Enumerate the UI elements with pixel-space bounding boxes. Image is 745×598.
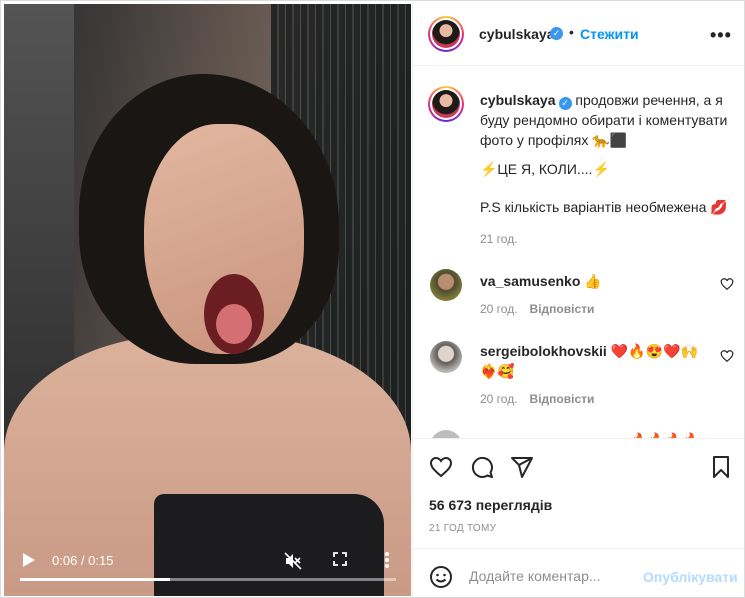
muted-speaker-icon[interactable] [284,552,302,570]
caption-username[interactable]: cybulskaya [480,92,556,108]
comment-heart-icon[interactable] [720,349,734,363]
more-options-icon[interactable] [384,551,390,569]
follow-button[interactable]: Стежити [580,26,639,42]
comment-avatar[interactable] [430,269,462,301]
reply-button[interactable]: Відповісти [530,302,595,316]
caption-line: P.S кількість варіантів необмежена 💋 [480,199,728,215]
post-caption: cybulskaya ✓ продовжи речення, а я буду р… [480,90,735,150]
share-icon[interactable] [510,455,534,479]
comment-text: sergeibolokhovskii ❤️🔥😍❤️🙌 ❤️‍🔥🥰 [480,341,710,381]
comment-body: 👍 [584,273,602,289]
comment-meta: 20 год. Відповісти [480,392,594,406]
video-time: 0:06 / 0:15 [52,553,114,568]
video-progress-bar[interactable] [20,578,396,581]
caption-line: ⚡ЦЕ Я, КОЛИ....⚡ [480,161,610,177]
comment-icon[interactable] [470,455,494,479]
video-player[interactable] [4,4,411,596]
bookmark-icon[interactable] [709,455,733,479]
comment-input[interactable] [467,563,641,589]
comment-text: 🔥🔥🔥🔥🔥🔥 [480,430,710,438]
instagram-post-modal: 0:06 / 0:15 cybulskaya ✓ • Стежити ••• c… [0,0,745,598]
post-header: cybulskaya ✓ • Стежити ••• [413,1,744,66]
post-timestamp: 21 ГОД ТОМУ [429,523,497,534]
avatar-image [432,20,460,48]
video-controls: 0:06 / 0:15 [4,534,411,594]
comment-username[interactable]: sergeibolokhovskii [480,343,607,359]
comments-section[interactable]: cybulskaya ✓ продовжи речення, а я буду р… [413,66,744,438]
comment-username[interactable]: va_samusenko [480,273,580,289]
avatar[interactable] [428,16,464,52]
play-icon[interactable] [22,552,36,568]
comment-avatar[interactable] [430,430,462,438]
emoji-icon[interactable] [429,565,453,589]
video-person-mouth [204,274,264,354]
fullscreen-icon[interactable] [333,552,347,566]
post-side-panel: cybulskaya ✓ • Стежити ••• cybulskaya ✓ п… [412,1,744,597]
comment-heart-icon[interactable] [720,277,734,291]
avatar-image [432,90,460,118]
verified-badge-icon: ✓ [558,97,572,110]
heart-icon[interactable] [429,455,453,479]
more-options-button[interactable]: ••• [710,25,732,46]
comment-timestamp: 20 год. [480,392,518,406]
comment-text: va_samusenko 👍 [480,271,710,291]
video-progress-fill [20,578,171,581]
comment-avatar[interactable] [430,341,462,373]
reply-button[interactable]: Відповісти [530,392,595,406]
caption-avatar[interactable] [428,86,464,122]
comment-meta: 20 год. Відповісти [480,302,594,316]
view-count[interactable]: 56 673 переглядів [429,497,552,513]
publish-button[interactable]: Опублікувати [643,569,738,585]
author-username[interactable]: cybulskaya [479,26,555,42]
add-comment-bar: Опублікувати [413,548,744,597]
separator-dot: • [569,24,574,40]
post-actions: 56 673 переглядів 21 ГОД ТОМУ [413,438,744,549]
caption-timestamp: 21 год. [480,232,518,246]
verified-badge-icon: ✓ [550,27,563,40]
comment-timestamp: 20 год. [480,302,518,316]
